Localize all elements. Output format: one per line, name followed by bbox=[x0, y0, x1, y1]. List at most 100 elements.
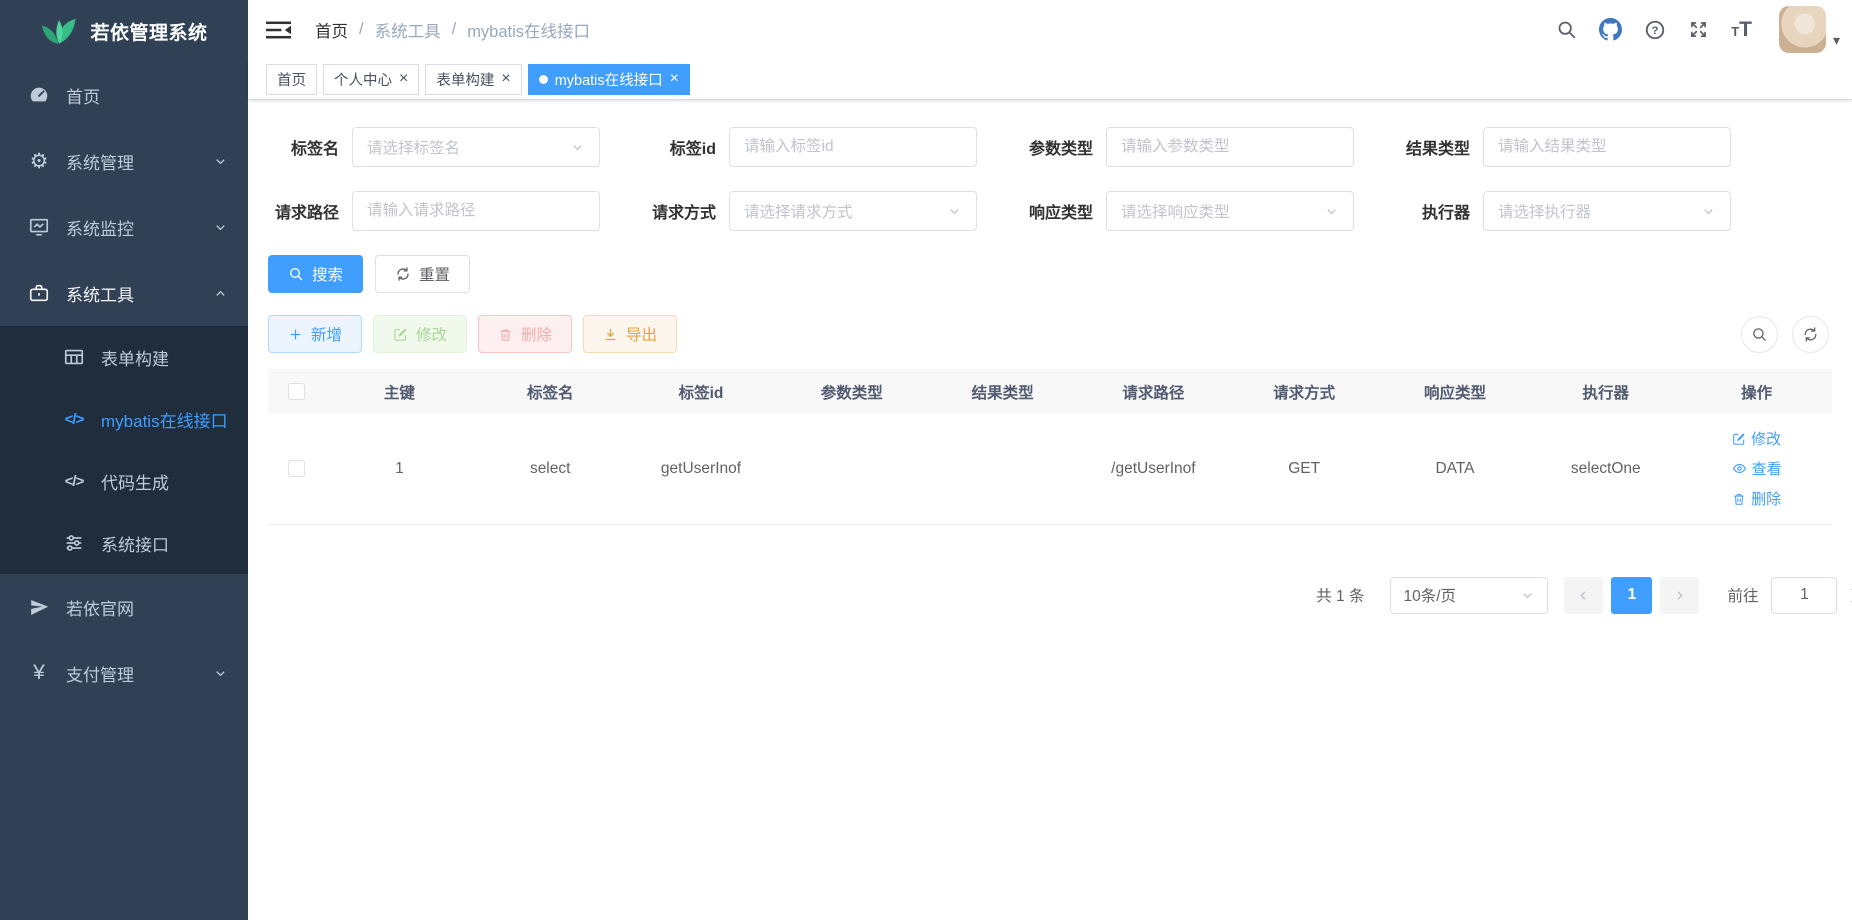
table-header-row: 主键 标签名 标签id 参数类型 结果类型 请求路径 请求方式 响应类型 执行器… bbox=[268, 369, 1832, 414]
sidebar-item-payment-manage[interactable]: ¥ 支付管理 bbox=[0, 640, 248, 706]
sidebar-item-mybatis-online-api[interactable]: </> mybatis在线接口 bbox=[0, 388, 248, 450]
column-header: 操作 bbox=[1681, 369, 1832, 414]
avatar[interactable] bbox=[1779, 6, 1826, 53]
field-label: 响应类型 bbox=[1022, 199, 1106, 223]
chevron-down-icon bbox=[1701, 204, 1716, 219]
filter-row-1: 标签名 请选择标签名 标签id 参数类型 bbox=[268, 127, 1832, 167]
field-label: 执行器 bbox=[1399, 199, 1483, 223]
fullscreen-icon[interactable] bbox=[1677, 19, 1720, 40]
field-label: 标签名 bbox=[268, 135, 352, 159]
active-tab-dot bbox=[539, 75, 548, 84]
response-type-select[interactable]: 请选择响应类型 bbox=[1106, 191, 1354, 231]
sidebar-item-ruoyi-website[interactable]: 若依官网 bbox=[0, 574, 248, 640]
navbar-actions: ? TT ▾ bbox=[1545, 6, 1840, 53]
reset-button[interactable]: 重置 bbox=[375, 255, 470, 293]
filter-param-type: 参数类型 bbox=[1022, 127, 1354, 167]
tab-home[interactable]: 首页 bbox=[266, 64, 317, 95]
close-icon[interactable]: × bbox=[501, 71, 510, 87]
gear-icon: ⚙ bbox=[27, 149, 51, 173]
tab-profile[interactable]: 个人中心 × bbox=[323, 64, 419, 95]
dashboard-icon bbox=[27, 83, 51, 107]
search-button[interactable]: 搜索 bbox=[268, 255, 363, 293]
sidebar-item-system-manage[interactable]: ⚙ 系统管理 bbox=[0, 128, 248, 194]
request-method-select[interactable]: 请选择请求方式 bbox=[729, 191, 977, 231]
filter-request-method: 请求方式 请选择请求方式 bbox=[645, 191, 977, 231]
export-button[interactable]: 导出 bbox=[583, 315, 677, 353]
request-path-input[interactable] bbox=[367, 202, 585, 220]
row-delete-link[interactable]: 删除 bbox=[1732, 488, 1781, 509]
top-navbar: 首页 / 系统工具 / mybatis在线接口 ? bbox=[248, 0, 1852, 59]
app-logo[interactable]: 若依管理系统 bbox=[0, 0, 248, 62]
chevron-left-icon bbox=[1576, 588, 1591, 603]
breadcrumb-home[interactable]: 首页 bbox=[315, 18, 348, 42]
sidebar-item-label: mybatis在线接口 bbox=[101, 407, 228, 432]
tab-form-builder[interactable]: 表单构建 × bbox=[425, 64, 521, 95]
leaf-logo-icon bbox=[40, 15, 78, 47]
header-select-all bbox=[268, 369, 324, 414]
select-all-checkbox[interactable] bbox=[288, 383, 305, 400]
tags-view-bar: 首页 个人中心 × 表单构建 × mybatis在线接口 × bbox=[248, 59, 1852, 100]
page-size-select[interactable]: 10条/页 bbox=[1390, 577, 1548, 614]
pagination: 共 1 条 10条/页 1 前往 页 bbox=[268, 577, 1852, 614]
close-icon[interactable]: × bbox=[670, 71, 679, 87]
filter-executor: 执行器 请选择执行器 bbox=[1399, 191, 1731, 231]
breadcrumb-separator: / bbox=[452, 20, 457, 39]
add-button[interactable]: 新增 bbox=[268, 315, 362, 353]
sidebar-menu: 首页 ⚙ 系统管理 系统监控 bbox=[0, 62, 248, 706]
chevron-down-icon bbox=[213, 220, 228, 235]
executor-select[interactable]: 请选择执行器 bbox=[1483, 191, 1731, 231]
toolbar-right bbox=[1741, 316, 1832, 353]
delete-button[interactable]: 删除 bbox=[478, 315, 572, 353]
sidebar-item-system-monitor[interactable]: 系统监控 bbox=[0, 194, 248, 260]
breadcrumb: 首页 / 系统工具 / mybatis在线接口 bbox=[315, 18, 590, 42]
row-checkbox[interactable] bbox=[288, 460, 305, 477]
app-title: 若依管理系统 bbox=[90, 18, 207, 45]
filter-response-type: 响应类型 请选择响应类型 bbox=[1022, 191, 1354, 231]
column-header: 参数类型 bbox=[776, 369, 927, 414]
result-type-input-wrap bbox=[1483, 127, 1731, 167]
close-icon[interactable]: × bbox=[399, 71, 408, 87]
sidebar-item-system-api[interactable]: 系统接口 bbox=[0, 512, 248, 574]
table-row[interactable]: 1 select getUserInof /getUserInof GET DA… bbox=[268, 414, 1832, 524]
sidebar-item-form-builder[interactable]: 表单构建 bbox=[0, 326, 248, 388]
search-icon bbox=[288, 266, 304, 282]
next-page-button[interactable] bbox=[1660, 577, 1699, 614]
github-icon[interactable] bbox=[1588, 18, 1633, 41]
row-edit-link[interactable]: 修改 bbox=[1732, 428, 1781, 449]
refresh-table-button[interactable] bbox=[1792, 316, 1829, 353]
filter-tag-name: 标签名 请选择标签名 bbox=[268, 127, 600, 167]
font-size-icon[interactable]: TT bbox=[1720, 19, 1763, 40]
row-select-cell bbox=[268, 414, 324, 524]
result-type-input[interactable] bbox=[1498, 138, 1716, 156]
column-header: 标签id bbox=[626, 369, 777, 414]
sidebar-item-system-tools[interactable]: 系统工具 bbox=[0, 260, 248, 326]
param-type-input[interactable] bbox=[1121, 138, 1339, 156]
user-menu[interactable]: ▾ bbox=[1779, 6, 1840, 53]
table-toolbar: 新增 修改 bbox=[268, 315, 1832, 353]
sidebar-item-home[interactable]: 首页 bbox=[0, 62, 248, 128]
goto-label: 前往 bbox=[1727, 584, 1758, 606]
show-search-toggle-button[interactable] bbox=[1741, 316, 1778, 353]
filter-row-2: 请求路径 请求方式 请选择请求方式 响应类型 请选择响应类型 bbox=[268, 191, 1832, 231]
sidebar-collapse-icon[interactable] bbox=[266, 20, 291, 40]
edit-button[interactable]: 修改 bbox=[373, 315, 467, 353]
row-view-link[interactable]: 查看 bbox=[1732, 458, 1782, 479]
chevron-down-icon bbox=[213, 154, 228, 169]
chevron-up-icon bbox=[213, 286, 228, 301]
field-label: 参数类型 bbox=[1022, 135, 1106, 159]
tag-name-select[interactable]: 请选择标签名 bbox=[352, 127, 600, 167]
help-icon[interactable]: ? bbox=[1633, 19, 1677, 41]
code-icon: </> bbox=[62, 407, 86, 431]
page-number-1[interactable]: 1 bbox=[1611, 577, 1652, 614]
plus-icon bbox=[288, 327, 303, 342]
sidebar-item-code-generator[interactable]: </> 代码生成 bbox=[0, 450, 248, 512]
tag-id-input-wrap bbox=[729, 127, 977, 167]
goto-page-input[interactable] bbox=[1771, 577, 1837, 614]
prev-page-button[interactable] bbox=[1564, 577, 1603, 614]
sidebar-item-label: 系统接口 bbox=[101, 531, 169, 556]
select-placeholder: 请选择请求方式 bbox=[744, 200, 947, 222]
search-icon[interactable] bbox=[1545, 19, 1588, 40]
tab-mybatis-online-api[interactable]: mybatis在线接口 × bbox=[528, 64, 690, 95]
tag-id-input[interactable] bbox=[744, 138, 962, 156]
request-path-input-wrap bbox=[352, 191, 600, 231]
